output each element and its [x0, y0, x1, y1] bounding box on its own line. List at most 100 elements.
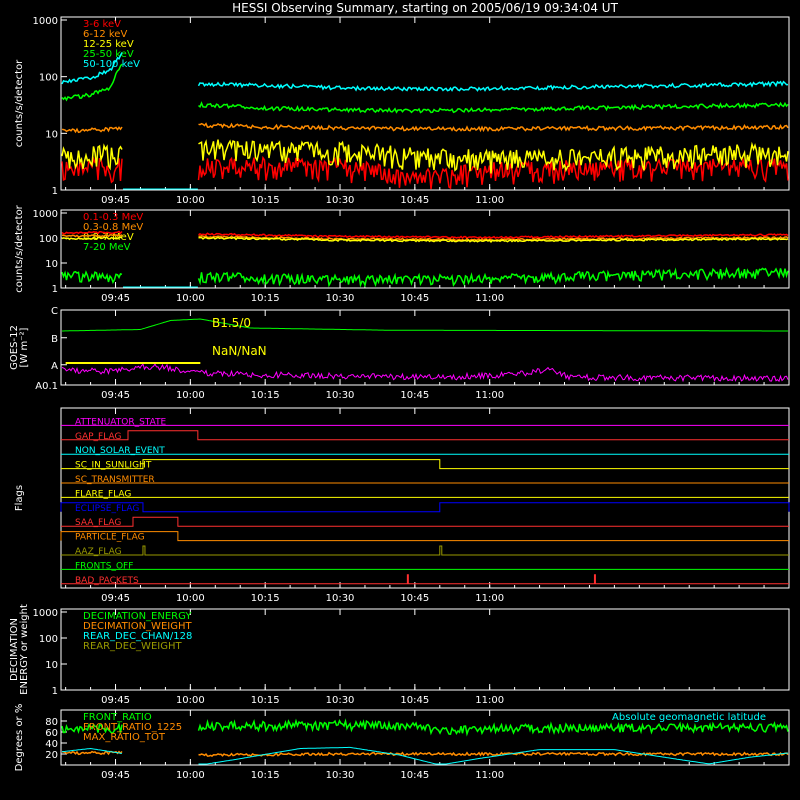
panel-frame — [60, 407, 790, 589]
geomag-annotation: Absolute geomagnetic latitude — [612, 712, 766, 723]
panels-layer: 09:45 10:00 10:15 10:30 10:45 11:00 counts/s/d… — [9, 16, 790, 781]
flag-series — [61, 430, 789, 441]
flag-label: SC_IN_SUNLIGHT — [75, 461, 152, 471]
x-tick-label: 10:00 — [176, 195, 205, 206]
x-tick-label: 10:30 — [326, 695, 355, 706]
y-axis-label: [W m⁻²] — [19, 327, 30, 367]
x-tick-label: 09:45 — [101, 293, 130, 304]
y-tick-label: C — [51, 306, 58, 317]
panel-ratios: 09:45 10:00 10:15 10:30 10:45 11:00 Degrees or… — [14, 704, 790, 781]
y-tick-label: 10 — [45, 660, 58, 671]
x-tick-label: 10:45 — [400, 390, 429, 401]
x-tick-label: 09:45 — [101, 390, 130, 401]
panel-frame — [60, 309, 790, 386]
x-tick-label: 10:45 — [400, 195, 429, 206]
legend-entry: MAX_RATIO_TOT — [83, 732, 166, 743]
flag-label: PARTICLE_FLAG — [75, 533, 145, 543]
series-line — [61, 122, 789, 134]
x-tick-label: 11:00 — [475, 593, 504, 604]
flag-label: FLARE_FLAG — [75, 489, 131, 499]
x-tick-label: 10:45 — [400, 593, 429, 604]
y-axis-label: Degrees or % — [14, 704, 25, 772]
panel-flags: 09:45 10:00 10:15 10:30 10:45 11:00 Flags ATTEN… — [14, 407, 790, 604]
flag-series — [61, 516, 789, 527]
series-line — [61, 139, 789, 174]
flag-label: SAA_FLAG — [75, 518, 121, 528]
x-tick-label: 10:30 — [326, 770, 355, 781]
x-tick-label: 10:45 — [400, 770, 429, 781]
flag-label: NON_SOLAR_EVENT — [75, 446, 165, 456]
x-tick-label: 10:15 — [251, 593, 280, 604]
flag-label: BAD_PACKETS — [75, 576, 139, 586]
x-tick-label: 09:45 — [101, 195, 130, 206]
x-tick-label: 10:00 — [176, 770, 205, 781]
y-axis-label: Flags — [14, 485, 25, 511]
series-line — [61, 746, 789, 765]
flag-series — [61, 574, 789, 585]
series-line — [62, 318, 788, 332]
series-line — [61, 266, 789, 288]
x-tick-label: 11:00 — [475, 293, 504, 304]
x-tick-label: 10:15 — [251, 695, 280, 706]
panel-high-energy-rates: 09:45 10:00 10:15 10:30 10:45 11:00 counts/s/d… — [14, 204, 790, 304]
panel-goes-flux: 09:45 10:00 10:15 10:30 10:45 11:00GOES-12 [W … — [9, 306, 790, 401]
x-tick-label: 09:45 — [101, 695, 130, 706]
y-tick-label: 10 — [45, 259, 58, 270]
y-tick-label: 1000 — [33, 608, 58, 619]
y-tick-label: 40 — [45, 739, 58, 750]
x-tick-label: 09:45 — [101, 770, 130, 781]
x-tick-label: 10:45 — [400, 293, 429, 304]
y-tick-label: 80 — [45, 717, 58, 728]
y-axis-label: counts/s/detector — [14, 59, 25, 147]
y-tick-label: 100 — [39, 234, 58, 245]
y-tick-label: 1 — [52, 186, 58, 197]
y-tick-label: 20 — [45, 750, 58, 761]
flag-label: FRONTS_OFF — [75, 561, 133, 571]
goes-class-annotation: B1.5/0 — [212, 316, 251, 330]
series-line — [61, 52, 788, 92]
flag-series — [61, 545, 789, 556]
panel-decimation: 09:45 10:00 10:15 10:30 10:45 11:00DECIMATION… — [9, 604, 790, 706]
y-tick-label: 1000 — [33, 16, 58, 27]
y-axis-label: counts/s/detector — [14, 204, 25, 292]
y-tick-label: A — [51, 361, 58, 372]
x-tick-label: 10:00 — [176, 593, 205, 604]
flag-label: SC_TRANSMITTER — [75, 475, 155, 485]
flag-series — [60, 531, 789, 542]
x-tick-label: 10:30 — [326, 195, 355, 206]
y-tick-label: 100 — [39, 634, 58, 645]
x-tick-label: 10:15 — [251, 390, 280, 401]
series-line — [61, 750, 789, 757]
y-tick-label: B — [51, 334, 58, 345]
y-tick-label: 60 — [45, 728, 58, 739]
x-tick-label: 10:30 — [326, 293, 355, 304]
y-axis-label: ENERGY or weight — [19, 604, 30, 695]
panel-low-energy-rates: 09:45 10:00 10:15 10:30 10:45 11:00 counts/s/d… — [14, 16, 790, 206]
x-tick-label: 10:15 — [251, 195, 280, 206]
flag-label: ATTENUATOR_STATE — [75, 417, 167, 427]
goes-nan-annotation: NaN/NaN — [212, 344, 267, 358]
series-line — [61, 363, 789, 383]
x-tick-label: 10:30 — [326, 593, 355, 604]
observing-summary-figure: HESSI Observing Summary, starting on 200… — [9, 1, 790, 781]
flag-series — [61, 459, 789, 470]
x-tick-label: 10:00 — [176, 293, 205, 304]
x-tick-label: 10:15 — [251, 770, 280, 781]
x-tick-label: 10:45 — [400, 695, 429, 706]
legend-entry: REAR_DEC_WEIGHT — [83, 641, 182, 652]
legend-entry: 7-20 MeV — [83, 242, 131, 253]
x-tick-label: 10:00 — [176, 390, 205, 401]
y-tick-label: A0.1 — [35, 381, 58, 392]
flag-label: GAP_FLAG — [75, 432, 121, 442]
x-tick-label: 10:30 — [326, 390, 355, 401]
y-tick-label: 1 — [52, 686, 58, 697]
x-tick-label: 11:00 — [475, 695, 504, 706]
flag-series — [60, 502, 790, 513]
y-tick-label: 1000 — [33, 209, 58, 220]
x-tick-label: 11:00 — [475, 195, 504, 206]
x-tick-label: 11:00 — [475, 770, 504, 781]
y-tick-label: 100 — [39, 73, 58, 84]
flag-label: ECLIPSE_FLAG — [75, 504, 139, 514]
flag-label: AAZ_FLAG — [75, 547, 122, 557]
y-tick-label: 10 — [45, 129, 58, 140]
